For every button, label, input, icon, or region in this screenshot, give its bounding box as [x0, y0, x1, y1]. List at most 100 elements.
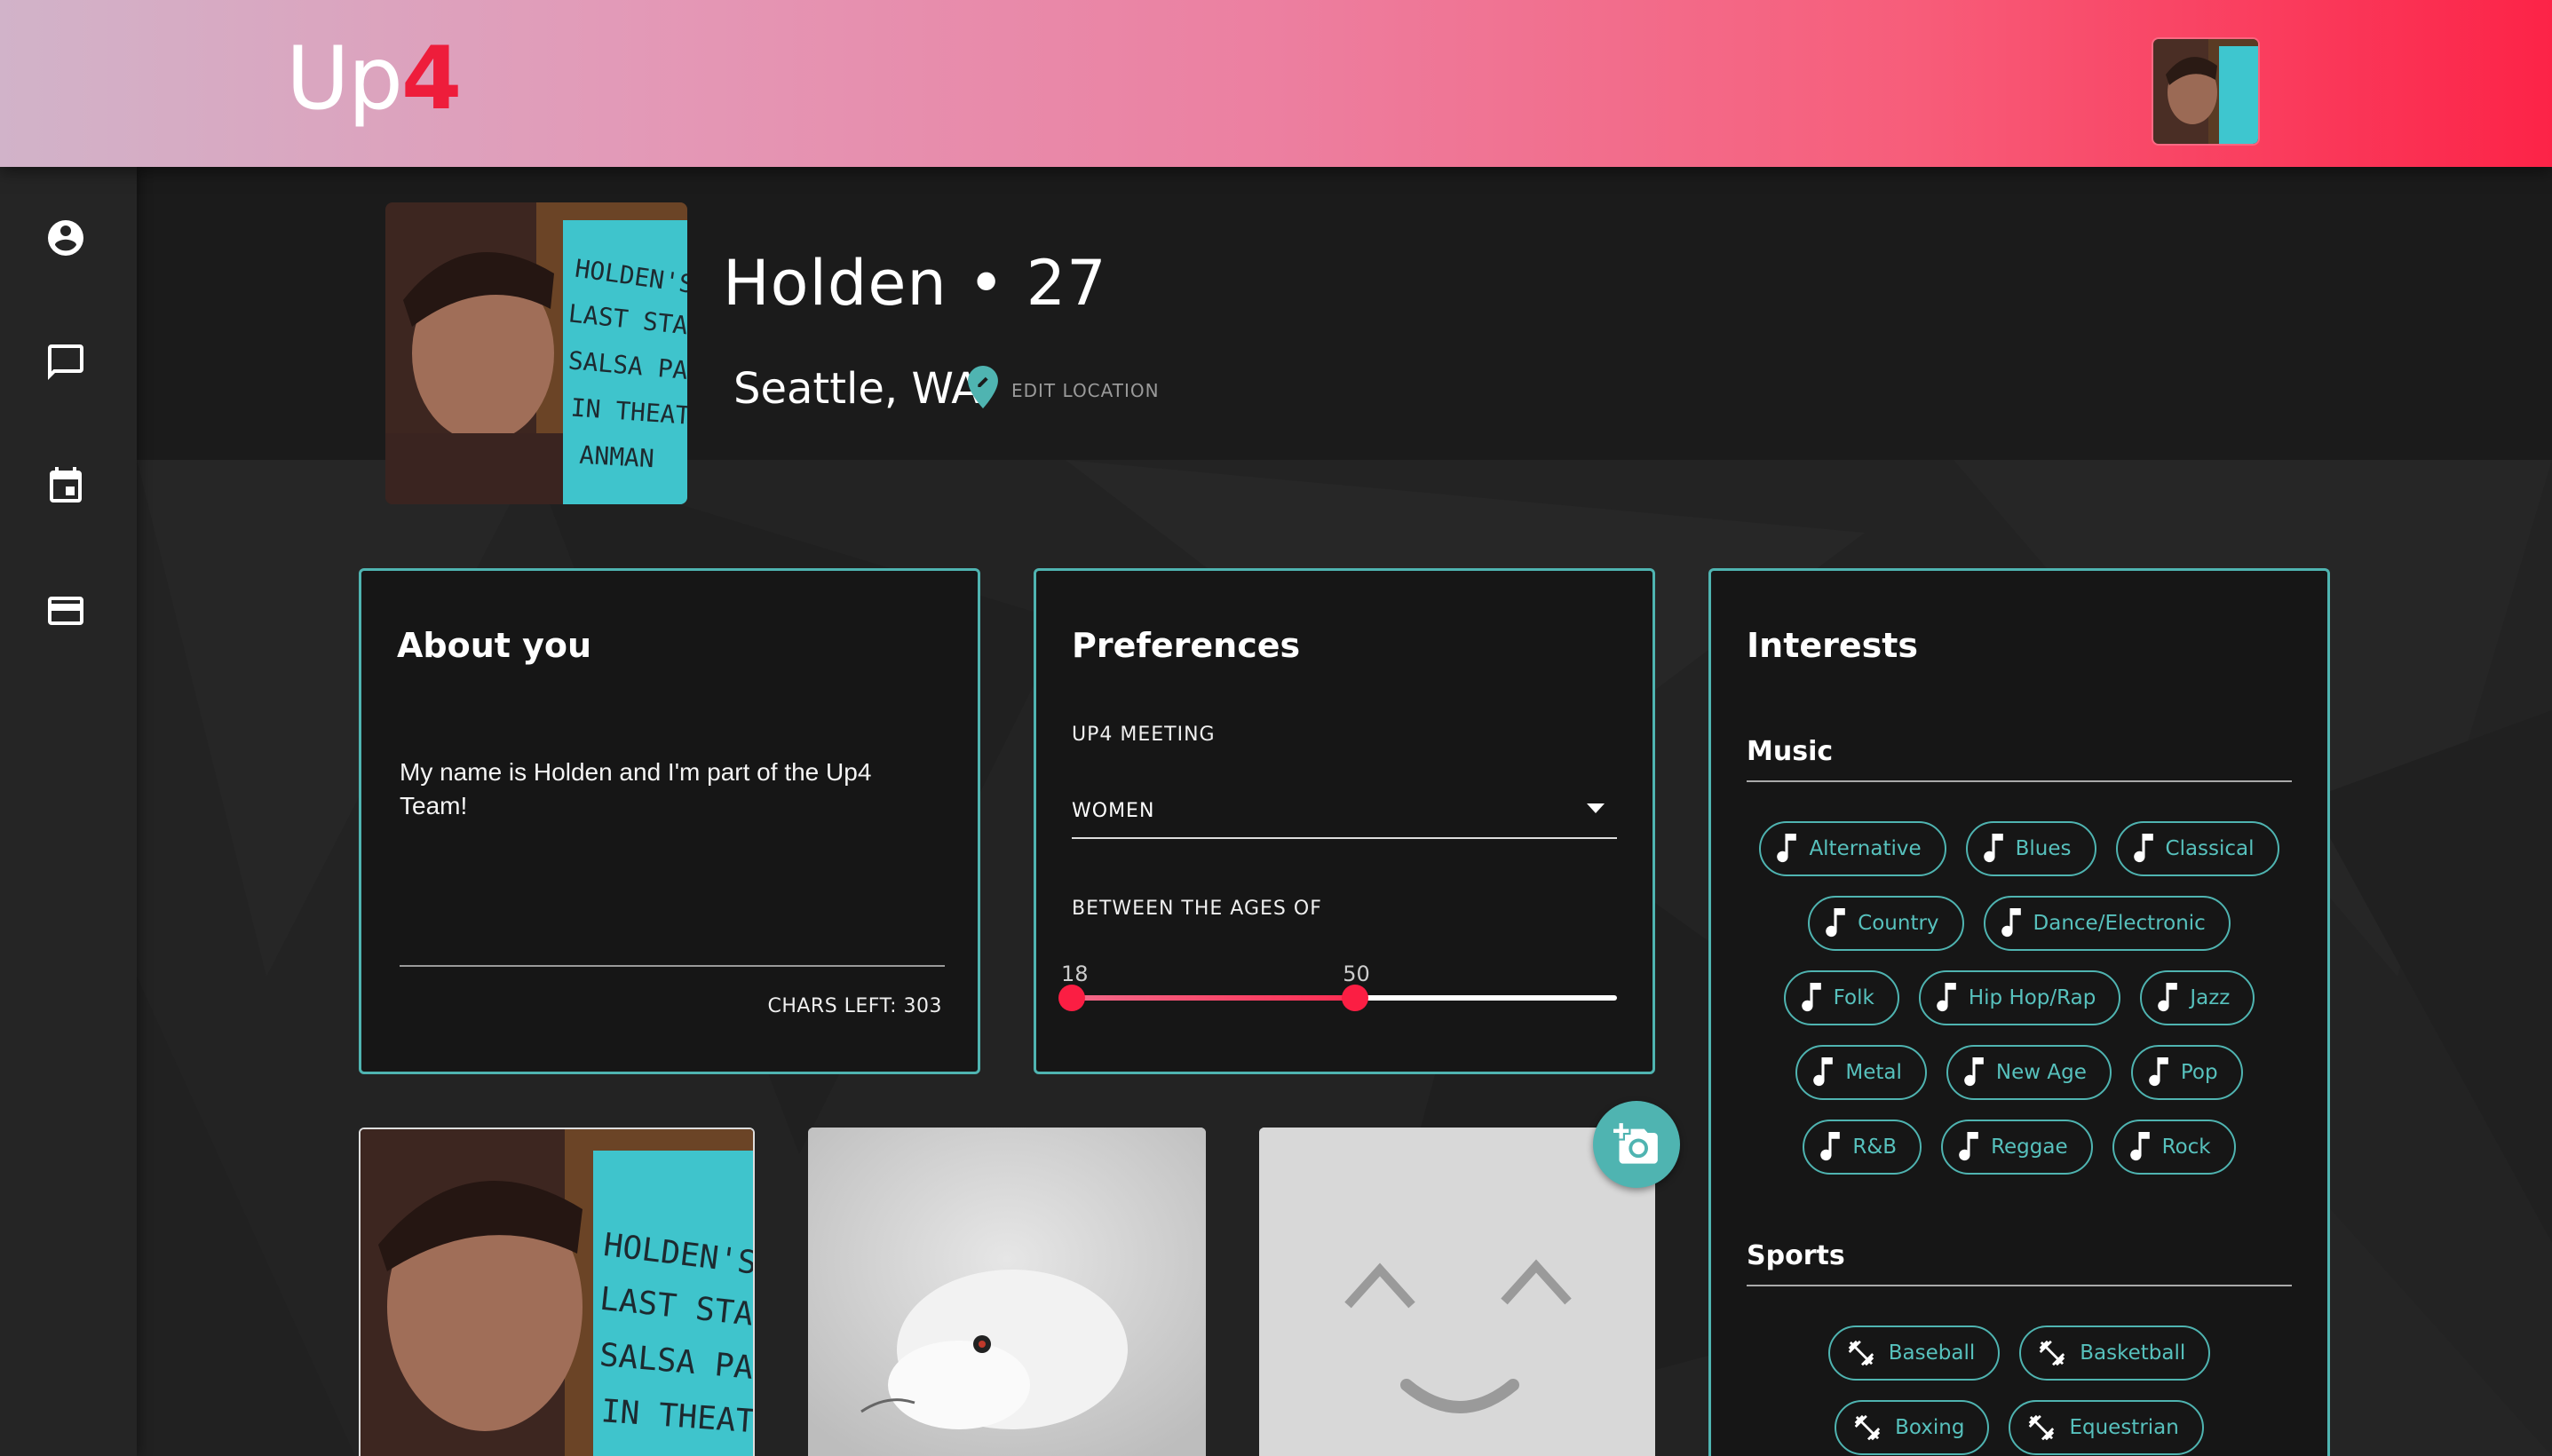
music-note-icon [2129, 1132, 2150, 1161]
music-note-icon [1777, 834, 1797, 863]
age-min-value: 18 [1061, 961, 1089, 986]
music-note-icon [1964, 1057, 1984, 1087]
interest-chip-label: Metal [1845, 1061, 1902, 1084]
svg-text:ANMAN: ANMAN [579, 440, 655, 473]
interest-chip-label: R&B [1852, 1136, 1898, 1159]
interest-chip-label: Blues [2015, 837, 2072, 860]
interest-chip[interactable]: Rock [2112, 1120, 2236, 1175]
age-max-handle[interactable] [1342, 985, 1369, 1011]
chip-row: Folk Hip Hop/Rap Jazz [1711, 970, 2327, 1025]
interest-chip[interactable]: Alternative [1759, 821, 1946, 876]
interest-chip[interactable]: Pop [2130, 1045, 2243, 1100]
interest-chip-label: Dance/Electronic [2033, 912, 2206, 935]
interest-chip[interactable]: Equestrian [2009, 1400, 2204, 1455]
edit-location-link[interactable]: EDIT LOCATION [1011, 380, 1160, 401]
sports-section-title: Sports [1747, 1240, 1845, 1271]
age-max-value: 50 [1343, 961, 1370, 986]
chip-row: Alternative Blues Classical [1711, 821, 2327, 876]
music-note-icon [1959, 1132, 1978, 1161]
music-note-icon [2158, 983, 2178, 1012]
sidebar [0, 167, 137, 1456]
music-note-icon [1826, 908, 1845, 938]
interest-chip-label: Hip Hop/Rap [1968, 986, 2096, 1009]
app-logo[interactable]: Up4 [286, 36, 462, 123]
about-underline [400, 965, 945, 967]
meeting-select-underline [1072, 837, 1617, 839]
credit-card-icon[interactable] [44, 590, 87, 632]
interest-chip[interactable]: R&B [1803, 1120, 1922, 1175]
chip-row: Boxing Equestrian [1711, 1400, 2327, 1455]
chat-icon[interactable] [44, 341, 87, 384]
profile-photo[interactable]: HOLDEN'S LAST STAND! SALSA PARTY IN THEA… [385, 202, 687, 504]
interest-chip-label: Alternative [1809, 837, 1922, 860]
interest-chip[interactable]: Metal [1795, 1045, 1927, 1100]
gallery-photo-2[interactable] [808, 1128, 1206, 1456]
preferences-card: Preferences UP4 MEETING WOMEN BETWEEN TH… [1034, 568, 1655, 1074]
music-note-icon [1813, 1057, 1834, 1087]
dumbbell-icon [1854, 1414, 1881, 1441]
music-note-icon [1937, 983, 1956, 1012]
edit-location-pin-icon[interactable] [968, 366, 998, 408]
about-textarea[interactable]: My name is Holden and I'm part of the Up… [400, 756, 932, 823]
interest-chip[interactable]: Country [1808, 896, 1964, 951]
interest-chip[interactable]: Dance/Electronic [1983, 896, 2231, 951]
interest-chip[interactable]: Baseball [1827, 1325, 2001, 1381]
dumbbell-icon [2039, 1340, 2065, 1366]
music-note-icon [1801, 983, 1821, 1012]
music-section-title: Music [1747, 736, 1834, 767]
chars-left-counter: CHARS LEFT: 303 [767, 995, 942, 1017]
interest-chip[interactable]: Hip Hop/Rap [1918, 970, 2121, 1025]
interest-chip[interactable]: Jazz [2140, 970, 2255, 1025]
about-title: About you [397, 626, 592, 665]
profile-name-age: Holden • 27 [723, 247, 1107, 320]
meeting-label: UP4 MEETING [1072, 724, 1216, 746]
interest-chip-label: Country [1858, 912, 1939, 935]
music-note-icon [1983, 834, 2003, 863]
interest-chip-label: Boxing [1895, 1416, 1965, 1439]
add-photo-button[interactable] [1593, 1101, 1680, 1188]
age-min-handle[interactable] [1058, 985, 1085, 1011]
calendar-icon[interactable] [44, 465, 87, 508]
interest-chip-label: Classical [2165, 837, 2255, 860]
interest-chip[interactable]: Blues [1965, 821, 2096, 876]
music-note-icon [1820, 1132, 1841, 1161]
interest-chip[interactable]: Reggae [1941, 1120, 2093, 1175]
chip-row: R&B Reggae Rock [1711, 1120, 2327, 1175]
interest-chip[interactable]: New Age [1946, 1045, 2112, 1100]
dumbbell-icon [2029, 1414, 2055, 1441]
chip-row: Metal New Age Pop [1711, 1045, 2327, 1100]
dumbbell-icon [1848, 1340, 1874, 1366]
interest-chip[interactable]: Classical [2115, 821, 2279, 876]
interests-card: Interests Music Alternative Blues Classica… [1708, 568, 2330, 1456]
gallery-photo-placeholder[interactable] [1259, 1128, 1655, 1456]
interest-chip-label: Basketball [2080, 1341, 2186, 1365]
preferences-title: Preferences [1072, 626, 1301, 665]
music-divider [1747, 780, 2292, 782]
interests-title: Interests [1747, 626, 1919, 665]
user-avatar[interactable] [2152, 37, 2260, 146]
account-circle-icon[interactable] [44, 217, 87, 259]
top-navigation-bar: Up4 [0, 0, 2552, 167]
interest-chip[interactable]: Folk [1783, 970, 1899, 1025]
gallery-photo-1[interactable]: HOLDEN'S LAST STAND! SALSA PARTY IN THEA… [359, 1128, 755, 1456]
sports-divider [1747, 1285, 2292, 1286]
interest-chip[interactable]: Basketball [2019, 1325, 2211, 1381]
interest-chip-label: Rock [2161, 1136, 2211, 1159]
interest-chip-label: Folk [1833, 986, 1874, 1009]
chip-row: Baseball Basketball [1711, 1325, 2327, 1381]
chevron-down-icon[interactable] [1587, 803, 1605, 813]
interest-chip-label: Baseball [1888, 1341, 1976, 1365]
add-camera-icon [1613, 1123, 1658, 1164]
interest-chip-label: Jazz [2190, 986, 2231, 1009]
chip-row: Country Dance/Electronic [1711, 896, 2327, 951]
interest-chip-label: Equestrian [2069, 1416, 2179, 1439]
music-note-icon [2001, 908, 2021, 938]
about-card: About you My name is Holden and I'm part… [359, 568, 980, 1074]
music-note-icon [2133, 834, 2153, 863]
music-note-icon [2149, 1057, 2168, 1087]
interest-chip-label: New Age [1995, 1061, 2087, 1084]
ages-label: BETWEEN THE AGES OF [1072, 898, 1322, 920]
meeting-select[interactable]: WOMEN [1072, 800, 1154, 822]
interest-chip-label: Pop [2180, 1061, 2218, 1084]
interest-chip[interactable]: Boxing [1835, 1400, 1990, 1455]
